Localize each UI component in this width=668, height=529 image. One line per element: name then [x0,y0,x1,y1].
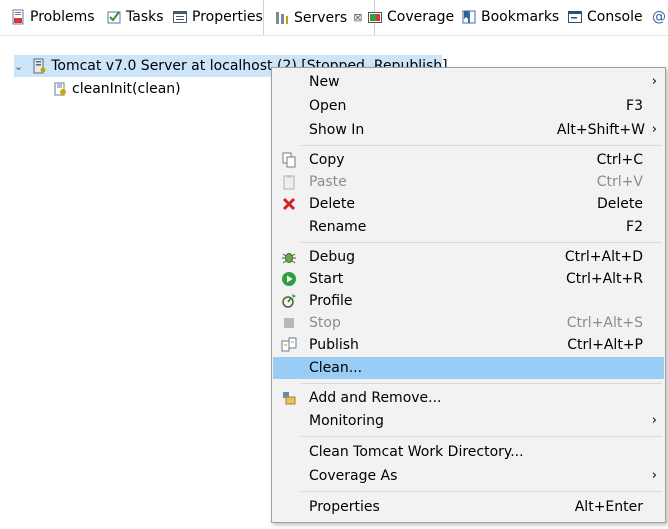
menu-item-add-and-remove[interactable]: Add and Remove... [273,387,664,409]
menu-separator [301,145,662,146]
tab-label: Tasks [126,9,164,25]
tab-tasks[interactable]: Tasks [96,0,164,34]
menu-item-open[interactable]: Open F3 [273,95,664,117]
tab-problems[interactable]: Problems [0,0,95,34]
publish-icon [281,337,297,353]
tab-label: Bookmarks [481,9,560,25]
tab-bookmarks[interactable]: Bookmarks [451,0,559,34]
menu-item-publish[interactable]: Publish Ctrl+Alt+P [273,334,664,356]
shortcut-label: Ctrl+Alt+S [566,315,643,331]
menu-item-monitoring[interactable]: Monitoring › [273,410,664,432]
submenu-arrow-icon: › [651,468,657,483]
shortcut-label: Ctrl+Alt+D [564,249,643,265]
menu-separator [301,383,662,384]
shortcut-label: Ctrl+C [596,152,643,168]
coverage-icon [367,9,383,25]
shortcut-label: F3 [626,98,643,114]
chevron-down-icon[interactable]: ⌄ [14,60,23,73]
profile-icon [281,293,297,309]
menu-item-coverage-as[interactable]: Coverage As › [273,465,664,487]
tasks-icon [106,9,122,25]
menu-item-paste[interactable]: Paste Ctrl+V [273,171,664,193]
menu-separator [301,436,662,437]
shortcut-label: Alt+Enter [574,499,643,515]
view-tab-bar: Problems Tasks Properties Servers ⊠ Cove… [0,0,668,36]
tab-label: Properties [192,9,263,25]
menu-separator [301,242,662,243]
menu-item-copy[interactable]: Copy Ctrl+C [273,149,664,171]
tab-label: @ [652,9,666,25]
server-icon [31,58,47,74]
tab-console[interactable]: Console [557,0,643,34]
menu-item-clean-work-directory[interactable]: Clean Tomcat Work Directory... [273,441,664,463]
menu-item-delete[interactable]: Delete Delete [273,193,664,215]
problems-icon [10,9,26,25]
add-remove-icon [281,390,297,406]
paste-icon [281,174,297,190]
submenu-arrow-icon: › [651,74,657,89]
tab-properties[interactable]: Properties [162,0,263,34]
menu-item-new[interactable]: New › [273,71,664,93]
tab-overflow[interactable]: @ [644,0,666,34]
shortcut-label: F2 [626,219,643,235]
debug-icon [281,249,297,265]
menu-item-properties[interactable]: Properties Alt+Enter [273,496,664,518]
menu-item-debug[interactable]: Debug Ctrl+Alt+D [273,246,664,268]
stop-icon [281,315,297,331]
start-icon [281,271,297,287]
menu-item-profile[interactable]: Profile [273,290,664,312]
copy-icon [281,152,297,168]
submenu-arrow-icon: › [651,122,657,137]
menu-item-stop[interactable]: Stop Ctrl+Alt+S [273,312,664,334]
console-icon [567,9,583,25]
tree-item-module[interactable]: cleanInit(clean) [52,78,181,100]
delete-icon [281,196,297,212]
context-menu: New › Open F3 Show In Alt+Shift+W › Copy… [271,67,666,523]
shortcut-label: Ctrl+Alt+P [567,337,643,353]
shortcut-label: Ctrl+V [596,174,643,190]
menu-item-clean[interactable]: Clean... [273,357,664,379]
menu-item-rename[interactable]: Rename F2 [273,216,664,238]
menu-item-start[interactable]: Start Ctrl+Alt+R [273,268,664,290]
menu-separator [301,491,662,492]
tab-label: Servers [294,9,348,26]
tab-label: Coverage [387,9,455,25]
tab-label: Problems [30,9,95,25]
submenu-arrow-icon: › [651,413,657,428]
servers-icon [274,10,290,26]
tab-label: Console [587,9,643,25]
menu-item-show-in[interactable]: Show In Alt+Shift+W › [273,119,664,141]
module-label: cleanInit(clean) [72,81,181,97]
shortcut-label: Delete [597,196,643,212]
properties-icon [172,9,188,25]
bookmarks-icon [461,9,477,25]
module-icon [52,81,68,97]
shortcut-label: Alt+Shift+W [556,122,645,138]
shortcut-label: Ctrl+Alt+R [565,271,643,287]
tab-coverage[interactable]: Coverage [357,0,454,34]
